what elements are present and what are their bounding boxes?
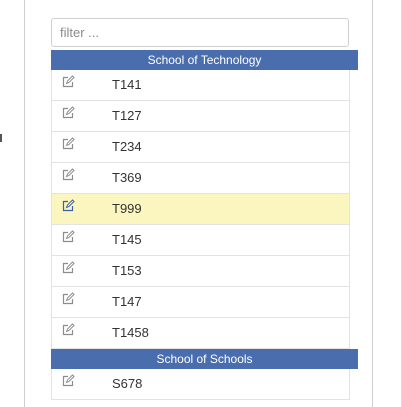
item-code: T234 — [112, 139, 142, 154]
edge-marker — [0, 134, 2, 142]
edit-icon[interactable] — [61, 106, 75, 120]
group-header-technology: School of Technology — [51, 50, 358, 70]
left-border — [24, 0, 25, 407]
list-item[interactable]: T153 — [51, 256, 350, 287]
edit-icon[interactable] — [61, 168, 75, 182]
list-item[interactable]: S678 — [51, 369, 350, 400]
list-item[interactable]: T369 — [51, 163, 350, 194]
list-item[interactable]: T127 — [51, 101, 350, 132]
edit-icon[interactable] — [61, 230, 75, 244]
item-code: T999 — [112, 201, 142, 216]
group-title: School of Technology — [147, 53, 262, 67]
group-title: School of Schools — [156, 352, 253, 366]
filter-input[interactable] — [51, 18, 349, 47]
edit-icon[interactable] — [61, 199, 75, 213]
group-header-schools: School of Schools — [51, 349, 358, 369]
item-code: T141 — [112, 77, 142, 92]
list-item[interactable]: T147 — [51, 287, 350, 318]
right-border — [372, 0, 373, 407]
item-code: T147 — [112, 294, 142, 309]
edit-icon[interactable] — [61, 261, 75, 275]
edit-icon[interactable] — [61, 292, 75, 306]
edit-icon[interactable] — [61, 323, 75, 337]
item-code: T153 — [112, 263, 142, 278]
item-code: T145 — [112, 232, 142, 247]
list-item[interactable]: T234 — [51, 132, 350, 163]
edit-icon[interactable] — [61, 374, 75, 388]
list-item[interactable]: T1458 — [51, 318, 350, 349]
item-code: S678 — [112, 376, 143, 391]
code-list-panel: School of Technology T141 T127 T234 T369… — [51, 18, 358, 400]
page: School of Technology T141 T127 T234 T369… — [0, 0, 402, 407]
item-code: T127 — [112, 108, 142, 123]
edit-icon[interactable] — [61, 137, 75, 151]
edit-icon[interactable] — [61, 75, 75, 89]
item-code: T1458 — [112, 325, 149, 340]
list-item[interactable]: T145 — [51, 225, 350, 256]
list-item[interactable]: T141 — [51, 70, 350, 101]
list-item[interactable]: T999 — [51, 194, 350, 225]
item-code: T369 — [112, 170, 142, 185]
